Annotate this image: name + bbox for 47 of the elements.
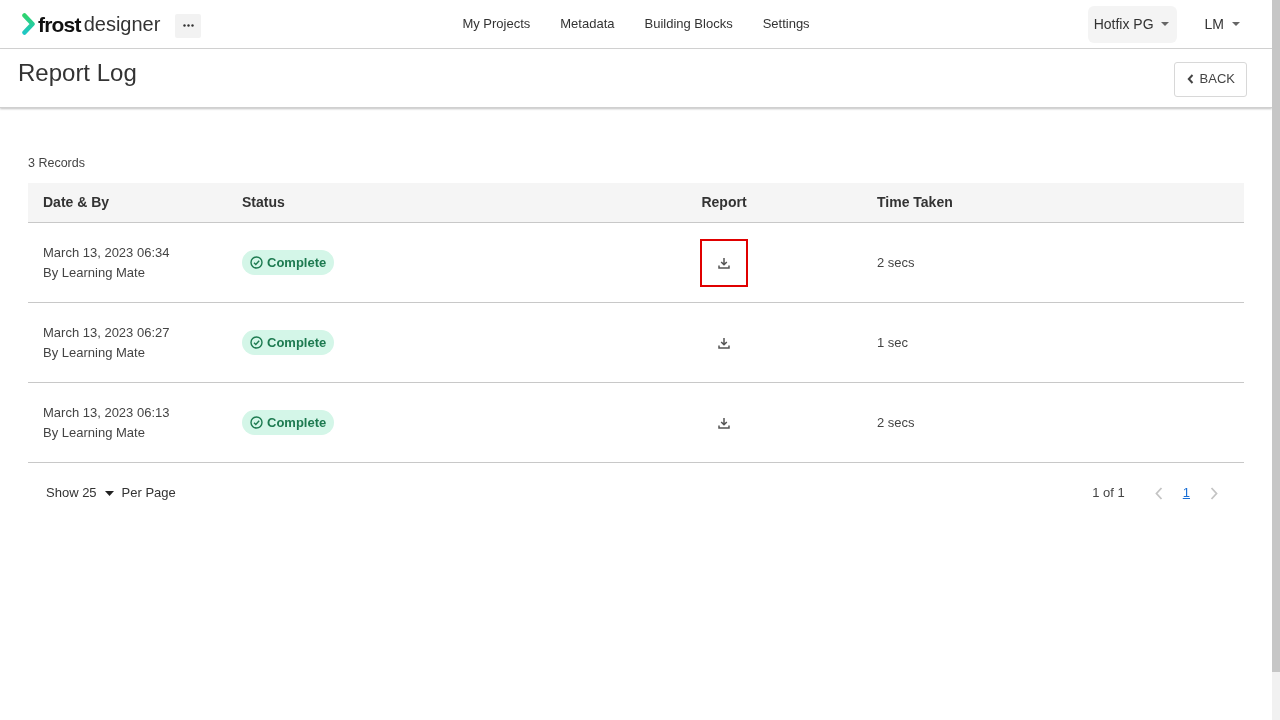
nav-link[interactable]: Building Blocks — [644, 14, 733, 34]
column-header: Report — [586, 182, 862, 223]
scrollbar[interactable] — [1272, 0, 1280, 720]
column-header: Date & By — [28, 182, 227, 223]
date-text: March 13, 2023 06:34 — [43, 243, 171, 262]
chevron-left-icon — [1186, 74, 1194, 84]
date-text: March 13, 2023 06:27 — [43, 323, 171, 342]
caret-icon — [104, 490, 114, 496]
caret-icon — [1160, 22, 1169, 26]
duration-text: 1 sec — [877, 335, 909, 350]
author-text: By Learning Mate — [43, 263, 146, 282]
check-circle-icon — [250, 256, 263, 270]
status-badge: Complete — [242, 330, 335, 356]
chevron-left-icon — [1154, 486, 1163, 500]
more-dots-icon — [182, 24, 194, 27]
author-text: By Learning Mate — [43, 343, 146, 362]
page-size-dropdown[interactable]: Show 25 — [46, 483, 114, 503]
nav-link[interactable]: My Projects — [462, 14, 531, 34]
duration-text: 2 secs — [877, 415, 915, 430]
column-header: Status — [227, 182, 586, 223]
page-summary: 1 of 1 — [1092, 484, 1125, 503]
per-page-label: Per Page — [121, 484, 176, 503]
records-count: 3 Records — [28, 155, 86, 172]
author-text: By Learning Mate — [43, 423, 146, 442]
logo-brand-text: frost — [38, 13, 81, 35]
page-link[interactable]: 1 — [1180, 483, 1192, 503]
chevron-logo-icon — [22, 13, 36, 35]
user-menu[interactable]: LM — [1204, 13, 1240, 35]
nav-link[interactable]: Settings — [762, 14, 810, 34]
caret-icon — [1232, 22, 1240, 26]
column-header: Time Taken — [862, 182, 1244, 223]
download-icon[interactable] — [718, 336, 730, 349]
status-badge: Complete — [242, 410, 335, 436]
page-title: Report Log — [18, 58, 137, 88]
nav-link[interactable]: Metadata — [560, 14, 615, 34]
check-circle-icon — [250, 336, 263, 350]
more-button[interactable] — [175, 13, 202, 38]
check-circle-icon — [250, 416, 263, 430]
download-icon[interactable] — [718, 416, 730, 429]
workspace-dropdown[interactable]: Hotfix PG — [1087, 5, 1177, 43]
download-icon[interactable] — [718, 256, 730, 269]
chevron-right-icon — [1210, 486, 1218, 500]
duration-text: 2 secs — [877, 255, 915, 270]
back-button[interactable]: BACK — [1173, 61, 1247, 97]
date-text: March 13, 2023 06:13 — [43, 403, 171, 422]
status-badge: Complete — [242, 250, 335, 276]
logo-product-text: designer — [83, 14, 161, 34]
